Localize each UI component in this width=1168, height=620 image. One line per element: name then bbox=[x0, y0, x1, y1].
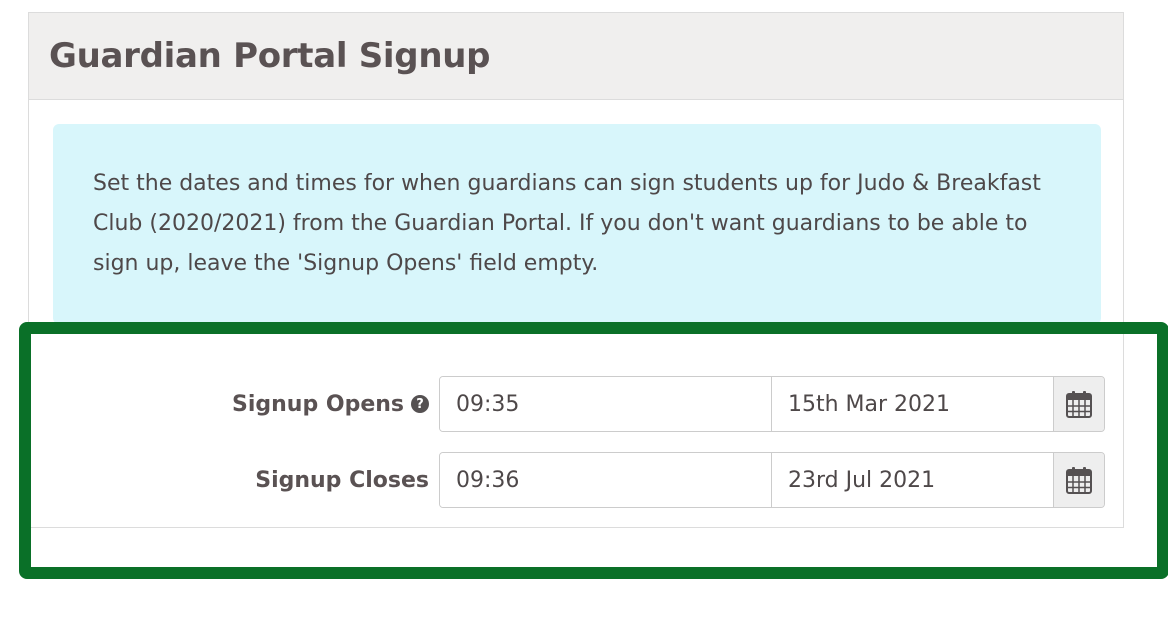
panel-header: Guardian Portal Signup bbox=[29, 13, 1123, 100]
panel-title: Guardian Portal Signup bbox=[49, 36, 491, 76]
info-alert: Set the dates and times for when guardia… bbox=[53, 124, 1101, 324]
info-text: Set the dates and times for when guardia… bbox=[93, 171, 1041, 276]
highlight-annotation-box bbox=[19, 322, 1168, 579]
